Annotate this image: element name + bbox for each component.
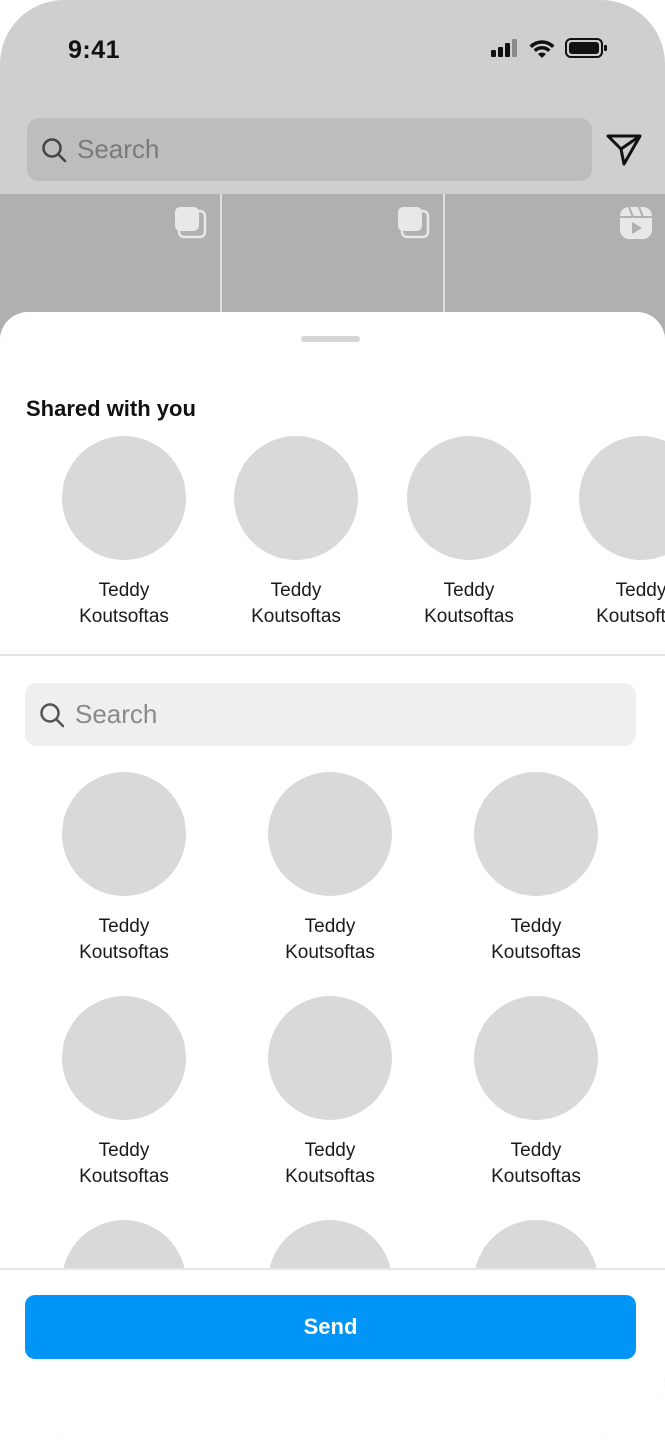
shared-contact[interactable]: Teddy Koutsoftas <box>210 436 382 630</box>
shared-with-you-row[interactable]: Teddy Koutsoftas Teddy Koutsoftas Teddy … <box>0 436 665 636</box>
shared-contact[interactable]: Teddy Koutsoftas <box>555 436 665 630</box>
contact-item[interactable]: Teddy Koutsoftas <box>38 772 210 966</box>
status-time: 9:41 <box>68 36 121 64</box>
contact-first-name: Teddy <box>270 580 322 601</box>
contact-last-name: Koutsoftas <box>79 1166 169 1187</box>
contact-item[interactable]: Teddy Koutsoftas <box>38 996 210 1190</box>
contact-name: Teddy Koutsoftas <box>38 914 210 966</box>
contact-first-name: Teddy <box>98 580 150 601</box>
top-search-placeholder: Search <box>77 134 160 164</box>
contact-last-name: Koutsoftas <box>285 1166 375 1187</box>
phone-frame: 9:41 Search Shared with you Teddy Koutso… <box>0 0 665 1440</box>
contact-name: Teddy Koutsoftas <box>450 914 622 966</box>
contact-item[interactable] <box>244 1220 416 1268</box>
contact-first-name: Teddy <box>510 916 562 937</box>
contact-last-name: Koutsoftas <box>491 1166 581 1187</box>
contact-item[interactable]: Teddy Koutsoftas <box>244 772 416 966</box>
shared-contact[interactable]: Teddy Koutsoftas <box>383 436 555 630</box>
avatar <box>62 436 186 560</box>
sheet-search-input[interactable]: Search <box>25 683 636 746</box>
contact-name: Teddy Koutsoftas <box>38 578 210 630</box>
contact-first-name: Teddy <box>98 916 150 937</box>
status-icons <box>491 38 607 58</box>
carousel-icon <box>397 207 429 239</box>
contact-last-name: Koutsoftas <box>491 942 581 963</box>
contact-name: Teddy Koutsoftas <box>210 578 382 630</box>
contact-item[interactable]: Teddy Koutsoftas <box>450 996 622 1190</box>
footer-divider <box>0 1268 665 1270</box>
sheet-drag-handle[interactable] <box>301 336 360 342</box>
avatar <box>407 436 531 560</box>
contact-last-name: Koutsoftas <box>596 606 665 627</box>
avatar <box>268 1220 392 1268</box>
contact-item[interactable] <box>450 1220 622 1268</box>
signal-icon <box>491 39 517 57</box>
avatar <box>62 772 186 896</box>
avatar <box>62 1220 186 1268</box>
carousel-icon <box>175 207 207 239</box>
sheet-search-placeholder: Search <box>75 699 158 729</box>
battery-icon <box>565 38 607 58</box>
contact-name: Teddy Koutsoftas <box>244 1138 416 1190</box>
avatar <box>268 772 392 896</box>
contact-item[interactable] <box>38 1220 210 1268</box>
search-icon <box>40 702 65 727</box>
contact-name: Teddy Koutsoftas <box>383 578 555 630</box>
contact-last-name: Koutsoftas <box>79 942 169 963</box>
contact-item[interactable]: Teddy Koutsoftas <box>244 996 416 1190</box>
contact-item[interactable]: Teddy Koutsoftas <box>450 772 622 966</box>
status-bar: 9:41 <box>0 0 665 100</box>
contact-first-name: Teddy <box>615 580 665 601</box>
contact-last-name: Koutsoftas <box>79 606 169 627</box>
avatar <box>474 1220 598 1268</box>
search-icon <box>42 137 67 162</box>
contact-name: Teddy Koutsoftas <box>38 1138 210 1190</box>
avatar <box>234 436 358 560</box>
shared-contact[interactable]: Teddy Koutsoftas <box>38 436 210 630</box>
top-search-bar[interactable]: Search <box>27 118 592 181</box>
avatar <box>579 436 665 560</box>
section-divider <box>0 654 665 656</box>
contact-first-name: Teddy <box>304 1140 356 1161</box>
avatar <box>268 996 392 1120</box>
avatar <box>474 772 598 896</box>
contact-first-name: Teddy <box>304 916 356 937</box>
send-button[interactable]: Send <box>25 1295 636 1359</box>
contact-name: Teddy Koutsoftas <box>450 1138 622 1190</box>
contact-first-name: Teddy <box>510 1140 562 1161</box>
contact-name: Teddy Koutsoftas <box>244 914 416 966</box>
contact-name: Teddy Koutsoftas <box>555 578 665 630</box>
wifi-icon <box>529 39 555 58</box>
share-sheet: Shared with you Teddy Koutsoftas Teddy K… <box>0 312 665 1440</box>
avatar <box>474 996 598 1120</box>
contact-first-name: Teddy <box>98 1140 150 1161</box>
avatar <box>62 996 186 1120</box>
contact-last-name: Koutsoftas <box>424 606 514 627</box>
shared-with-you-title: Shared with you <box>26 396 196 421</box>
contact-last-name: Koutsoftas <box>285 942 375 963</box>
contact-last-name: Koutsoftas <box>251 606 341 627</box>
contacts-grid: Teddy Koutsoftas Teddy Koutsoftas Teddy … <box>0 772 665 1268</box>
reels-icon <box>619 206 652 239</box>
contact-first-name: Teddy <box>443 580 495 601</box>
direct-send-icon[interactable] <box>604 130 644 170</box>
